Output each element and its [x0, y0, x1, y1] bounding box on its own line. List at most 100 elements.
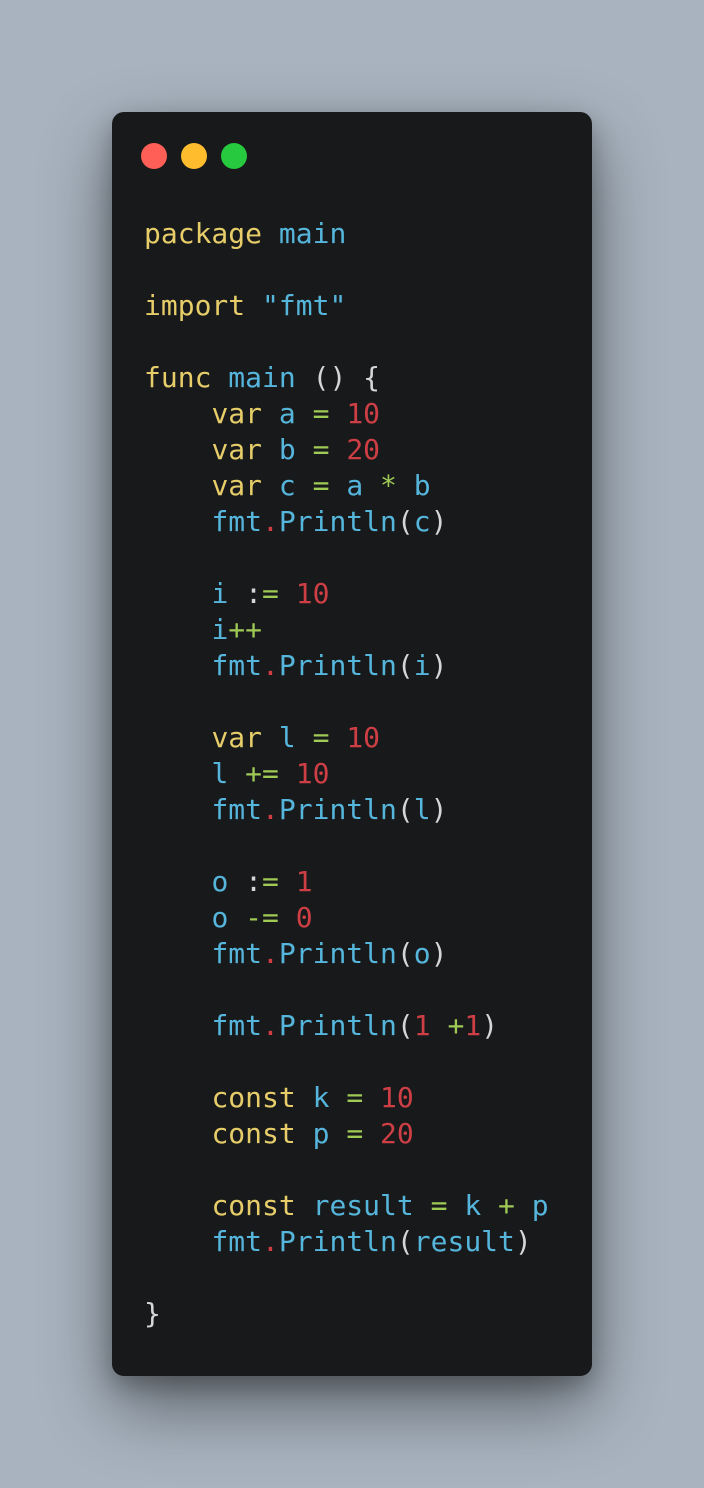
code-token: fmt	[211, 937, 263, 970]
code-token: .	[262, 937, 279, 970]
code-token: *	[380, 469, 397, 502]
code-window: package main import "fmt" func main () { v…	[112, 112, 592, 1376]
code-line: i := 10	[144, 576, 549, 612]
code-token: c	[413, 505, 431, 538]
code-token: "fmt"	[262, 289, 347, 322]
code-token: +	[498, 1189, 515, 1222]
code-token: =	[346, 1081, 364, 1114]
code-token: 20	[380, 1117, 414, 1150]
code-token: import	[144, 289, 246, 322]
code-token: package	[144, 217, 263, 250]
code-token: 10	[295, 757, 330, 790]
code-token: main	[278, 217, 347, 250]
code-token: =	[312, 721, 330, 754]
code-token: p	[531, 1189, 549, 1222]
code-token: l	[278, 721, 296, 754]
code-token: =	[312, 433, 330, 466]
code-line: fmt.Println(l)	[144, 792, 549, 828]
code-line: fmt.Println(c)	[144, 504, 549, 540]
code-token: :	[228, 577, 263, 610]
code-token: .	[262, 649, 279, 682]
code-token: l	[211, 757, 229, 790]
code-token: (	[396, 1225, 414, 1258]
code-token: result	[413, 1225, 515, 1258]
code-line: const p = 20	[144, 1116, 549, 1152]
code-token: k	[464, 1189, 482, 1222]
code-line: var l = 10	[144, 720, 549, 756]
code-token: )	[514, 1225, 532, 1258]
code-token: 0	[295, 901, 313, 934]
code-token: ++	[228, 613, 263, 646]
code-line: }	[144, 1296, 549, 1332]
code-token: b	[413, 469, 431, 502]
code-token: 10	[346, 397, 381, 430]
code-token: Println	[278, 1009, 397, 1042]
code-token: const	[211, 1081, 296, 1114]
code-token: 10	[380, 1081, 414, 1114]
code-line: fmt.Println(i)	[144, 648, 549, 684]
code-token: var	[211, 433, 263, 466]
code-token: :	[228, 865, 263, 898]
maximize-button[interactable]	[221, 143, 247, 169]
code-token: fmt	[211, 505, 263, 538]
code-token: var	[211, 721, 263, 754]
code-token: Println	[278, 937, 397, 970]
code-line: i++	[144, 612, 549, 648]
code-token: 20	[346, 433, 381, 466]
close-button[interactable]	[141, 143, 167, 169]
code-line: o := 1	[144, 864, 549, 900]
code-line: package main	[144, 216, 549, 252]
code-token: a	[346, 469, 364, 502]
code-token: o	[413, 937, 431, 970]
code-token: .	[262, 1225, 279, 1258]
code-token: 1	[464, 1009, 482, 1042]
code-line: l += 10	[144, 756, 549, 792]
code-token: =	[312, 397, 330, 430]
code-token: i	[211, 613, 229, 646]
window-titlebar	[141, 143, 247, 169]
code-token: .	[262, 793, 279, 826]
code-token: b	[278, 433, 296, 466]
code-token: var	[211, 469, 263, 502]
code-token: (	[396, 793, 414, 826]
minimize-button[interactable]	[181, 143, 207, 169]
code-token: .	[262, 505, 279, 538]
code-token: +	[447, 1009, 465, 1042]
code-line: fmt.Println(1 +1)	[144, 1008, 549, 1044]
code-token: a	[278, 397, 296, 430]
code-token: (	[396, 505, 414, 538]
code-line: func main () {	[144, 360, 549, 396]
code-token: =	[430, 1189, 448, 1222]
code-line: const k = 10	[144, 1080, 549, 1116]
code-token: +=	[245, 757, 279, 790]
